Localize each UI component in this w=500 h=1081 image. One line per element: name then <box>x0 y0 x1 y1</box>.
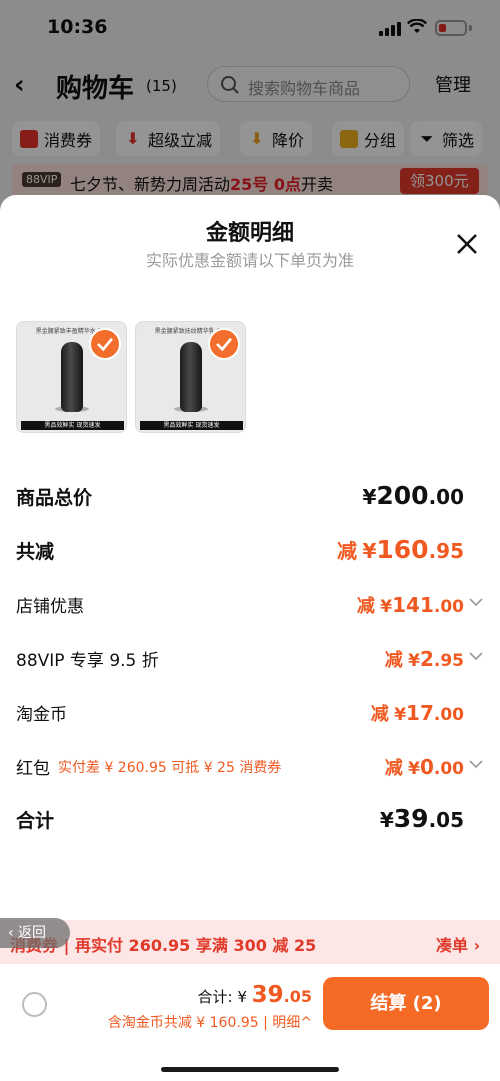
vip-discount-value: 减 ¥2.95 <box>384 647 464 671</box>
modal-overlay[interactable] <box>0 0 500 210</box>
product-thumbnail[interactable]: 黑金腰紧致抚纹精华乳 1... 黑品效鲜实 现货速发 <box>135 321 246 433</box>
hongbao-note: 实付差 ¥ 260.95 可抵 ¥ 25 消费券 <box>58 760 282 776</box>
goods-total-label: 商品总价 <box>16 487 93 509</box>
detail-toggle[interactable]: 明细^ <box>272 1015 312 1031</box>
chevron-down-icon[interactable] <box>468 594 484 610</box>
sheet-title: 金额明细 <box>205 221 294 246</box>
return-button[interactable]: ‹ 返回 <box>0 918 70 948</box>
total-reduce-label: 共减 <box>16 541 55 563</box>
home-indicator <box>161 1067 339 1072</box>
add-items-link[interactable]: 凑单 › <box>436 932 480 956</box>
taojinbi-row: 淘金币 减 ¥17.00 <box>16 698 484 728</box>
product-strip: 黑品效鲜实 现货速发 <box>21 421 124 430</box>
taojinbi-label: 淘金币 <box>16 705 67 725</box>
goods-total-value: ¥200.00 <box>362 481 464 510</box>
close-icon[interactable] <box>452 229 482 259</box>
shop-discount-value: 减 ¥141.00 <box>356 593 464 617</box>
product-thumbnail[interactable]: 黑金腰紧致丰盈精华水 1... 黑品效鲜实 现货速发 <box>16 321 127 433</box>
chevron-down-icon[interactable] <box>468 756 484 772</box>
check-icon <box>89 328 121 360</box>
chevron-down-icon[interactable] <box>468 648 484 664</box>
shop-discount-label: 店铺优惠 <box>16 597 84 617</box>
hongbao-row[interactable]: 红包 实付差 ¥ 260.95 可抵 ¥ 25 消费券 减 ¥0.00 <box>16 752 484 782</box>
total-reduce-row: 共减 减 ¥160.95 <box>16 535 484 565</box>
sheet-subtitle: 实际优惠金额请以下单页为准 <box>145 251 354 270</box>
sum-row: 合计 ¥39.05 <box>16 804 484 834</box>
total-reduce-value: 减 ¥160.95 <box>337 535 464 564</box>
goods-total-row: 商品总价 ¥200.00 <box>16 481 484 511</box>
saving-text: 含淘金币共减 ¥ 160.95 | <box>107 1015 273 1031</box>
checkout-footer: 合计: ¥ 39.05 含淘金币共减 ¥ 160.95 | 明细^ 结算 (2) <box>0 964 500 1081</box>
bottle-image <box>61 342 83 412</box>
bottle-image <box>180 342 202 412</box>
select-all-checkbox[interactable] <box>22 992 47 1017</box>
coupon-notice-bar[interactable]: 消费券 | 再实付 260.95 享满 300 减 25 凑单 › <box>0 920 500 964</box>
shop-discount-row[interactable]: 店铺优惠 减 ¥141.00 <box>16 590 484 620</box>
hongbao-value: 减 ¥0.00 <box>384 755 464 779</box>
taojinbi-value: 减 ¥17.00 <box>370 701 464 725</box>
footer-saving: 含淘金币共减 ¥ 160.95 | 明细^ <box>108 1012 312 1032</box>
checkout-button[interactable]: 结算 (2) <box>323 977 489 1030</box>
footer-total: 合计: ¥ 39.05 <box>197 982 313 1008</box>
sum-label: 合计 <box>16 810 55 832</box>
product-strip: 黑品效鲜实 现货速发 <box>140 421 243 430</box>
check-icon <box>208 328 240 360</box>
hongbao-label: 红包 <box>16 759 50 779</box>
vip-discount-row[interactable]: 88VIP 专享 9.5 折 减 ¥2.95 <box>16 644 484 674</box>
vip-discount-label: 88VIP 专享 9.5 折 <box>16 651 159 671</box>
sum-value: ¥39.05 <box>379 804 464 833</box>
